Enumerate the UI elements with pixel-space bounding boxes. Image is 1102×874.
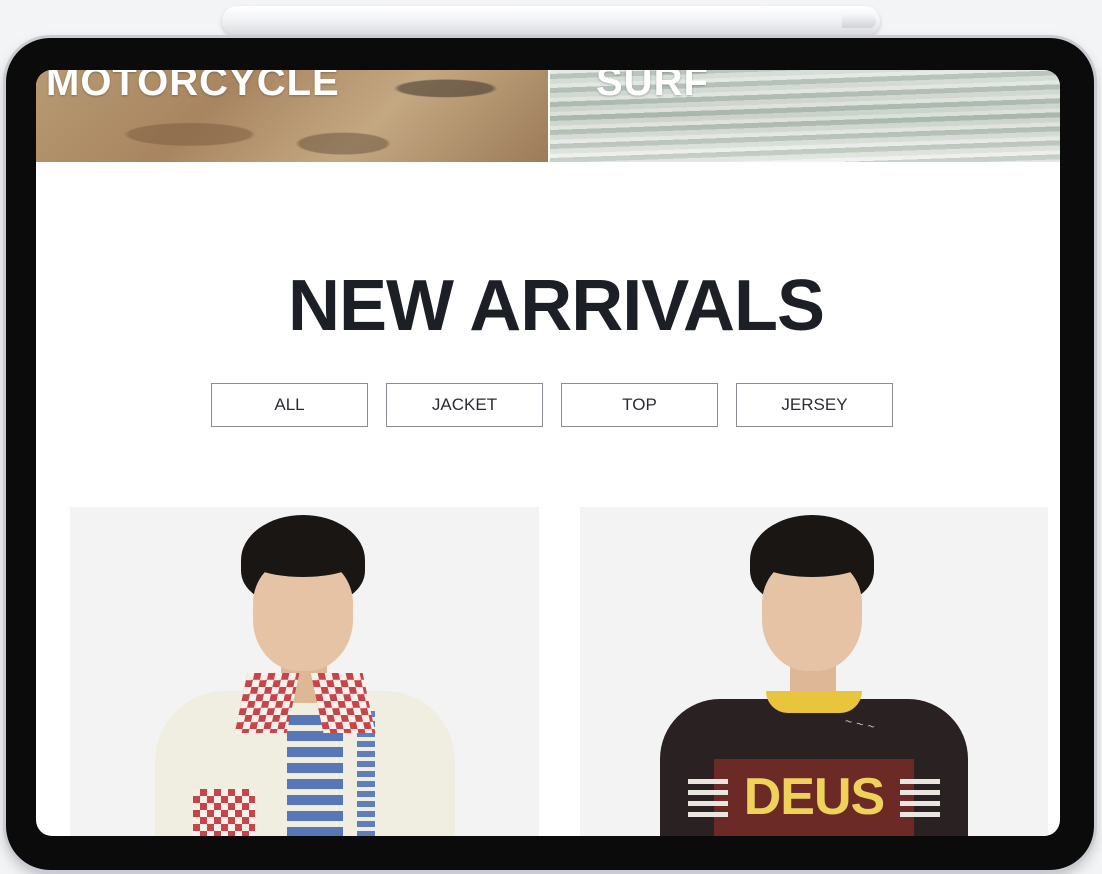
filter-tabs: ALL JACKET TOP JERSEY (211, 383, 893, 427)
filter-jersey-button[interactable]: JERSEY (736, 383, 893, 427)
model-bangs (754, 539, 870, 577)
filter-top-button[interactable]: TOP (561, 383, 718, 427)
ipad-mockup-stage: MOTORCYCLE SURF NEW ARRIVALS ALL JACKET … (0, 0, 1102, 874)
category-banners: MOTORCYCLE SURF (36, 70, 1060, 162)
jersey-logo-text: DEUS (743, 768, 885, 826)
model-bangs (244, 539, 361, 577)
jersey-stripes-left (688, 779, 728, 819)
jacket-print (286, 715, 343, 836)
banner-surf[interactable]: SURF (550, 70, 1060, 162)
jersey-stripes-right (900, 779, 940, 819)
filter-all-button[interactable]: ALL (211, 383, 368, 427)
product-image-jacket (145, 515, 465, 836)
product-card[interactable]: DEUS ~ ~ ~ (580, 507, 1048, 836)
product-image-jersey: DEUS ~ ~ ~ (654, 515, 974, 836)
product-card[interactable] (70, 507, 539, 836)
section-title: NEW ARRIVALS (288, 266, 825, 346)
banner-motorcycle[interactable]: MOTORCYCLE (36, 70, 548, 162)
stylus-pencil (222, 6, 880, 36)
banner-motorcycle-label: MOTORCYCLE (46, 70, 340, 104)
filter-jacket-button[interactable]: JACKET (386, 383, 543, 427)
checker-patch (192, 789, 255, 836)
tablet-device: MOTORCYCLE SURF NEW ARRIVALS ALL JACKET … (6, 38, 1094, 870)
jersey-collar (766, 691, 862, 713)
tablet-screen: MOTORCYCLE SURF NEW ARRIVALS ALL JACKET … (36, 70, 1060, 836)
banner-surf-label: SURF (596, 70, 709, 104)
